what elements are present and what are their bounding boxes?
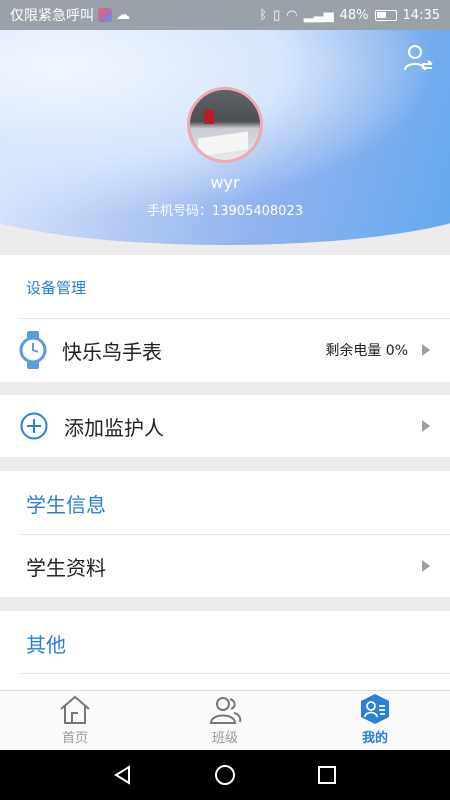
guardian-section: 添加监护人: [0, 395, 450, 457]
add-guardian-row[interactable]: 添加监护人: [0, 395, 450, 457]
signal-icon: ▂▃▅: [303, 7, 334, 23]
phone-line: 手机号码：13905408023: [0, 200, 450, 219]
home-circle-icon[interactable]: [214, 764, 236, 786]
bluetooth-icon: ᛒ: [259, 7, 268, 23]
chevron-right-icon: [422, 560, 430, 572]
watch-icon: [19, 331, 47, 369]
other-section: 其他: [0, 611, 450, 690]
tab-home[interactable]: 首页: [0, 691, 150, 750]
system-nav-bar: [0, 750, 450, 800]
device-section: 设备管理 快乐鸟手表 剩余电量 0%: [0, 255, 450, 382]
student-profile-row[interactable]: 学生资料: [0, 535, 450, 597]
student-section-title: 学生信息: [26, 493, 106, 517]
profile-icon: [361, 694, 389, 724]
add-circle-icon: [20, 412, 48, 440]
device-name: 快乐鸟手表: [62, 339, 162, 364]
carrier-text: 仅限紧急呼叫: [10, 8, 94, 24]
vibrate-icon: ▯: [273, 7, 281, 23]
cloud-icon: ☁: [116, 7, 130, 23]
avatar[interactable]: [187, 87, 263, 163]
class-icon: [209, 697, 242, 724]
tab-mine[interactable]: 我的: [300, 691, 450, 750]
wifi-icon: ◠: [286, 7, 298, 23]
battery-percent: 48%: [339, 7, 369, 23]
clock: 14:35: [402, 7, 440, 23]
home-icon: [60, 695, 90, 724]
other-section-title: 其他: [26, 633, 66, 657]
device-section-title: 设备管理: [26, 279, 87, 297]
back-icon[interactable]: [112, 764, 134, 786]
chevron-right-icon: [422, 420, 430, 432]
switch-user-icon[interactable]: [402, 42, 434, 74]
add-guardian-label: 添加监护人: [64, 415, 164, 440]
device-row[interactable]: 快乐鸟手表 剩余电量 0%: [0, 319, 450, 381]
student-profile-label: 学生资料: [26, 555, 106, 580]
phone-label: 手机号码：: [147, 204, 213, 219]
student-section: 学生信息 学生资料: [0, 471, 450, 597]
tab-class[interactable]: 班级: [150, 691, 300, 750]
battery-icon: [374, 9, 397, 21]
app-notification-icon: [98, 8, 112, 22]
profile-header: wyr 手机号码：13905408023: [0, 30, 450, 255]
bottom-tab-bar: 首页 班级 我的: [0, 690, 450, 750]
status-bar: 仅限紧急呼叫 ☁ ᛒ ▯ ◠ ▂▃▅ 48% 14:35: [0, 0, 450, 30]
chevron-right-icon: [422, 344, 430, 356]
battery-label: 剩余电量: [325, 343, 382, 359]
tab-class-label: 班级: [211, 731, 238, 746]
tab-mine-label: 我的: [361, 731, 388, 746]
battery-value: 0%: [385, 343, 408, 359]
tab-home-label: 首页: [61, 731, 88, 746]
battery-status: 剩余电量 0%: [325, 340, 408, 360]
user-name: wyr: [210, 173, 240, 192]
recents-icon[interactable]: [316, 764, 338, 786]
phone-number: 13905408023: [212, 204, 303, 219]
